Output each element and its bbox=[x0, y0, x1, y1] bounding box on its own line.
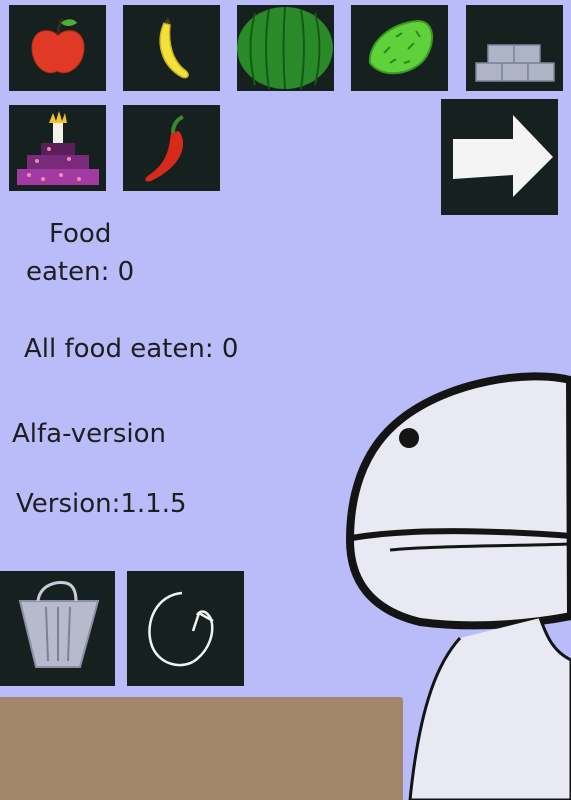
table bbox=[0, 697, 403, 800]
food-tile-bricks[interactable] bbox=[466, 5, 563, 91]
food-tile-watermelon[interactable] bbox=[237, 5, 334, 91]
arrow-right-icon bbox=[453, 115, 553, 197]
chili-pepper-icon bbox=[145, 115, 184, 182]
alfa-version-label: Alfa-version bbox=[12, 419, 167, 449]
next-button[interactable] bbox=[441, 99, 558, 215]
banana-icon bbox=[158, 17, 189, 79]
food-tile-chili[interactable] bbox=[123, 105, 220, 191]
food-tile-apple[interactable] bbox=[9, 5, 106, 91]
version-number-label: Version:1.1.5 bbox=[16, 489, 187, 519]
cake-icon bbox=[17, 111, 99, 185]
apple-icon bbox=[30, 17, 85, 74]
trash-button[interactable] bbox=[0, 571, 115, 686]
food-tile-lime[interactable] bbox=[351, 5, 448, 91]
bricks-icon bbox=[475, 44, 555, 82]
trash-bin-icon bbox=[18, 581, 100, 668]
food-eaten-label-line1: Food bbox=[49, 219, 112, 249]
all-food-eaten-label: All food eaten: 0 bbox=[24, 334, 239, 364]
food-tile-banana[interactable] bbox=[123, 5, 220, 91]
reset-button[interactable] bbox=[127, 571, 244, 686]
food-eaten-label-line2: eaten: 0 bbox=[26, 257, 135, 287]
lime-icon bbox=[368, 19, 433, 75]
watermelon-icon bbox=[237, 6, 333, 90]
food-tile-cake[interactable] bbox=[9, 105, 106, 191]
refresh-icon bbox=[148, 591, 214, 667]
